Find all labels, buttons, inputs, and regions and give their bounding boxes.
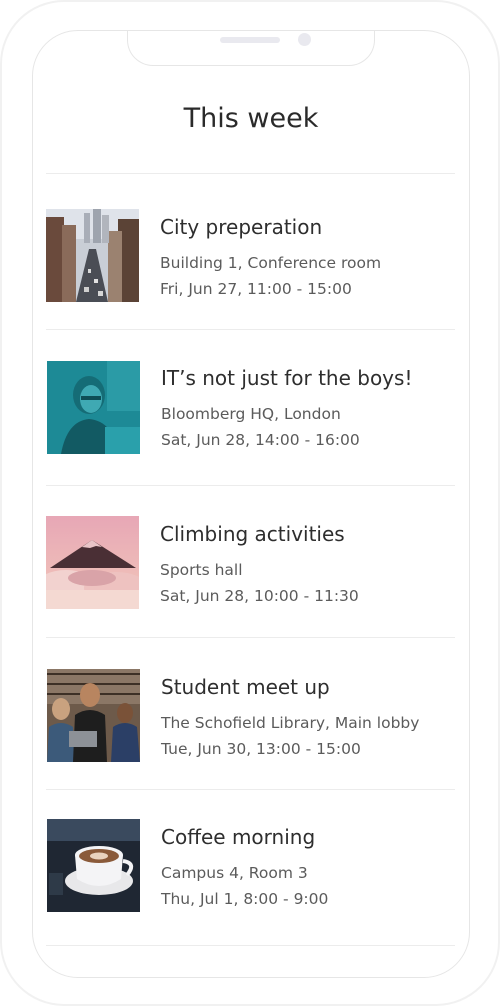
event-title: Coffee morning (161, 825, 316, 849)
event-location: Campus 4, Room 3 (161, 864, 308, 882)
event-location: Building 1, Conference room (160, 254, 382, 272)
event-time: Sat, Jun 28, 10:00 - 11:30 (160, 587, 359, 605)
event-title: Student meet up (161, 675, 330, 699)
event-location: The Schofield Library, Main lobby (161, 714, 420, 732)
students-image (47, 669, 140, 762)
mountain-image (46, 516, 139, 609)
coffee-cup-image (47, 819, 140, 912)
event-time: Thu, Jul 1, 8:00 - 9:00 (161, 890, 329, 908)
divider (46, 485, 455, 486)
divider (46, 789, 455, 790)
divider (46, 329, 455, 330)
event-item[interactable]: Climbing activities Sports hall Sat, Jun… (46, 516, 455, 636)
event-title: Climbing activities (160, 522, 345, 546)
woman-laptop-image (47, 361, 140, 454)
event-title: City preperation (160, 215, 323, 239)
event-time: Fri, Jun 27, 11:00 - 15:00 (160, 280, 352, 298)
camera-dot (298, 33, 311, 46)
event-time: Sat, Jun 28, 14:00 - 16:00 (161, 431, 360, 449)
divider (46, 173, 455, 174)
event-item[interactable]: Student meet up The Schofield Library, M… (46, 669, 455, 789)
phone-screen: This week City preperation Building 1, C… (32, 30, 470, 978)
page-title: This week (183, 103, 319, 134)
event-time: Tue, Jun 30, 13:00 - 15:00 (161, 740, 361, 758)
event-title: IT’s not just for the boys! (161, 366, 413, 390)
event-item[interactable]: IT’s not just for the boys! Bloomberg HQ… (46, 361, 455, 481)
event-item[interactable]: Coffee morning Campus 4, Room 3 Thu, Jul… (46, 819, 455, 939)
city-street-image (46, 209, 139, 302)
divider (46, 945, 455, 946)
speaker-grille (220, 37, 280, 43)
phone-notch (127, 31, 375, 66)
event-location: Bloomberg HQ, London (161, 405, 341, 423)
event-item[interactable]: City preperation Building 1, Conference … (46, 209, 455, 329)
event-location: Sports hall (160, 561, 243, 579)
divider (46, 637, 455, 638)
